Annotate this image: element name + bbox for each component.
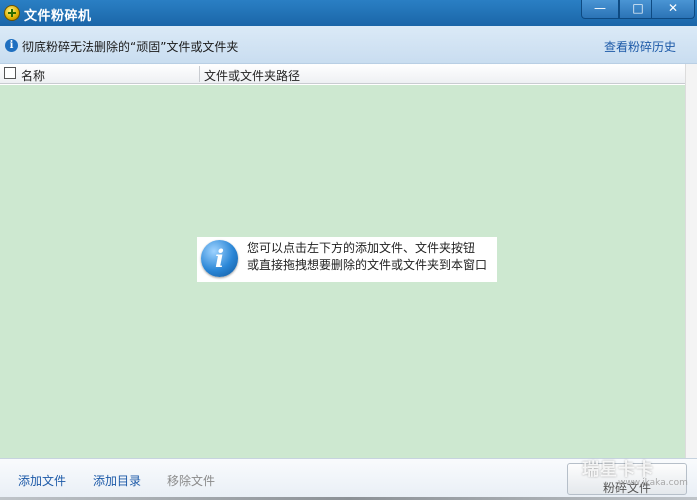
watermark-url: www.ikaka.com — [618, 478, 688, 488]
select-all-checkbox[interactable] — [4, 67, 16, 79]
close-button[interactable]: ✕ — [651, 0, 695, 19]
hint-line-2: 或直接拖拽想要删除的文件或文件夹到本窗口 — [247, 258, 488, 272]
close-icon: ✕ — [667, 1, 679, 15]
table-header: 名称 文件或文件夹路径 — [0, 64, 685, 84]
info-icon: i — [5, 39, 18, 52]
view-history-link[interactable]: 查看粉碎历史 — [604, 38, 676, 55]
add-file-button[interactable]: 添加文件 — [18, 472, 66, 489]
window-title: 文件粉碎机 — [24, 9, 92, 24]
hint-line-1: 您可以点击左下方的添加文件、文件夹按钮 — [247, 241, 476, 255]
vertical-scrollbar[interactable] — [685, 64, 697, 458]
minimize-icon: — — [594, 1, 606, 15]
app-shredder-icon — [4, 5, 20, 21]
maximize-icon: □ — [632, 1, 644, 15]
column-header-name[interactable]: 名称 — [21, 67, 45, 84]
empty-list-hint: i 您可以点击左下方的添加文件、文件夹按钮 或直接拖拽想要删除的文件或文件夹到本… — [197, 237, 497, 282]
watermark-brand: 瑞星卡卡 — [582, 460, 654, 480]
remove-file-button[interactable]: 移除文件 — [167, 472, 215, 489]
column-header-path[interactable]: 文件或文件夹路径 — [204, 67, 300, 84]
minimize-button[interactable]: — — [581, 0, 619, 19]
info-large-icon: i — [201, 240, 238, 277]
add-directory-button[interactable]: 添加目录 — [93, 472, 141, 489]
column-divider[interactable] — [199, 66, 200, 82]
title-bar: 文件粉碎机 — □ ✕ — [0, 0, 697, 26]
info-text: 彻底粉碎无法删除的“顽固”文件或文件夹 — [22, 40, 239, 54]
info-bar: i 彻底粉碎无法删除的“顽固”文件或文件夹 查看粉碎历史 — [0, 26, 697, 64]
